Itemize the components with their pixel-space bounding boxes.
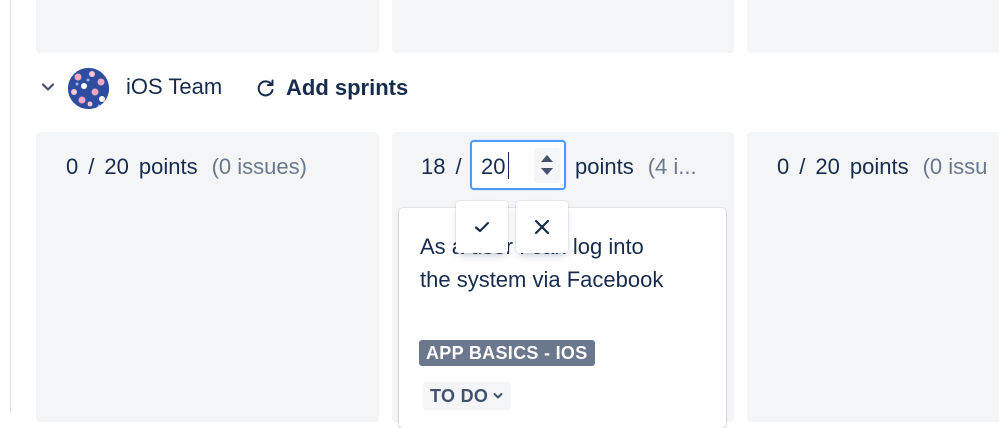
points-total[interactable]: 20 [815, 154, 839, 180]
points-unit: points [575, 154, 634, 179]
text-caret [508, 152, 509, 179]
add-sprint-cycle-icon [257, 79, 274, 97]
add-sprints-label: Add sprints [286, 75, 409, 100]
number-spinner [534, 148, 560, 183]
points-separator: / [455, 154, 462, 179]
decrement-icon[interactable] [541, 168, 553, 175]
team-avatar-pattern-icon [68, 68, 109, 109]
issue-count: (0 issues) [211, 154, 307, 179]
sprint-column-1: 0 / 20 points (0 issues) [36, 132, 379, 422]
sprint-points-summary: 0 / 20 points (0 issu [777, 152, 987, 182]
sprint-column-previous-1 [36, 0, 379, 53]
check-icon [474, 221, 490, 233]
issue-count: (0 issu [922, 154, 988, 179]
sprint-points-summary: 18 / [421, 152, 462, 182]
add-sprints-button[interactable]: Add sprints [255, 74, 408, 102]
points-done: 0 [66, 154, 79, 179]
sprint-points-summary: 0 / 20 points (0 issues) [66, 152, 307, 182]
increment-icon[interactable] [541, 155, 553, 162]
points-separator: / [88, 154, 95, 179]
sprint-column-previous-2 [392, 0, 734, 53]
chevron-down-icon[interactable] [40, 79, 56, 95]
close-icon [534, 219, 550, 235]
points-total[interactable]: 20 [104, 154, 128, 180]
confirm-button[interactable] [456, 201, 508, 253]
points-separator: / [799, 154, 806, 179]
status-label: TO DO [430, 385, 489, 406]
sprint-column-previous-3 [747, 0, 999, 53]
status-dropdown[interactable]: TO DO [423, 382, 512, 410]
sprint-points-value: 20 [481, 154, 506, 179]
cancel-button[interactable] [516, 201, 568, 253]
issue-count: (4 i... [647, 154, 697, 179]
sprint-points-summary-trailing: points (4 i... [575, 152, 697, 182]
team-row: iOS Team Add sprints [0, 64, 999, 112]
board-left-border [10, 0, 11, 414]
team-name: iOS Team [126, 74, 223, 99]
points-unit: points [849, 154, 909, 179]
team-avatar [68, 68, 109, 109]
points-done: 0 [777, 154, 790, 179]
points-done: 18 [421, 154, 446, 179]
points-unit: points [138, 154, 198, 179]
sprint-column-3: 0 / 20 points (0 issu [747, 132, 999, 422]
epic-badge: APP BASICS - IOS [419, 340, 595, 366]
sprint-points-input[interactable]: 20 [470, 140, 566, 190]
chevron-down-icon [493, 393, 503, 399]
